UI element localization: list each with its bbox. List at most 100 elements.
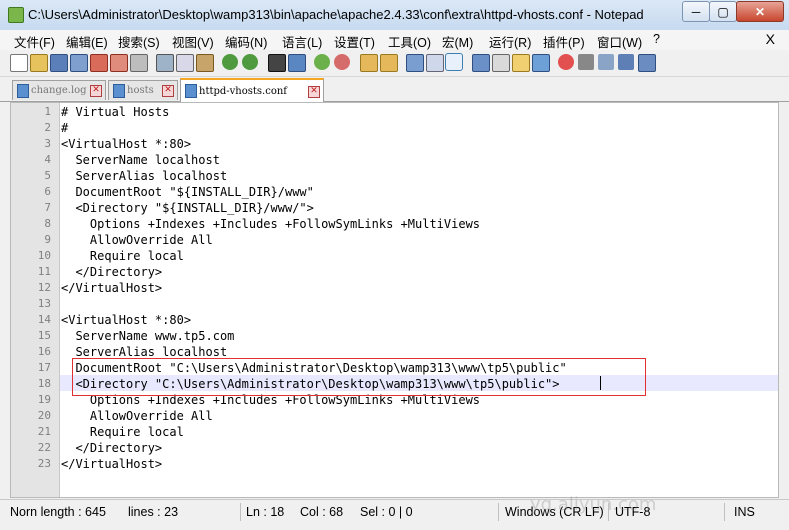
status-col: Col : 68 [300,505,344,519]
print-icon[interactable] [130,54,148,72]
sync-horizontal-icon[interactable] [380,54,398,72]
tab-close-icon[interactable]: ✕ [90,85,102,97]
sync-vertical-icon[interactable] [360,54,378,72]
status-lines: lines : 23 [128,505,179,519]
line-number: 19 [37,393,51,406]
word-wrap-icon[interactable] [406,54,424,72]
code-line[interactable]: ServerName localhost [61,152,220,168]
code-line[interactable]: <VirtualHost *:80> [61,136,191,152]
menu-view[interactable]: 视图(V) [172,32,214,51]
language-icon[interactable] [472,54,490,72]
watermark: yq.aliyun.com [530,494,657,515]
menu-plugins[interactable]: 插件(P) [543,32,585,51]
line-number: 18 [37,377,51,390]
line-number: 20 [37,409,51,422]
menu-encoding[interactable]: 编码(N) [225,32,267,51]
code-line[interactable]: Options +Indexes +Includes +FollowSymLin… [61,216,480,232]
status-ln: Ln : 18 [246,505,285,519]
tab-close-icon[interactable]: ✕ [308,86,320,98]
stop-macro-icon[interactable] [578,54,594,70]
code-line[interactable]: <VirtualHost *:80> [61,312,191,328]
menu-search[interactable]: 搜索(S) [118,32,160,51]
menu-file[interactable]: 文件(F) [14,32,55,51]
close-icon[interactable] [90,54,108,72]
function-list-icon[interactable] [492,54,510,72]
code-line[interactable]: ServerAlias localhost [61,168,227,184]
text-caret [600,376,601,390]
menu-macro[interactable]: 宏(M) [442,32,473,51]
find-icon[interactable] [268,54,286,72]
line-number: 3 [44,137,51,150]
maximize-button[interactable]: ▢ [709,1,737,22]
save-all-icon[interactable] [70,54,88,72]
tab-label: httpd-vhosts.conf [199,86,287,97]
new-file-icon[interactable] [10,54,28,72]
code-line[interactable]: Require local [61,248,184,264]
tab-httpd-vhosts-conf[interactable]: httpd-vhosts.conf ✕ [180,78,324,102]
code-line[interactable]: AllowOverride All [61,408,213,424]
indent-guide-icon[interactable] [445,53,463,71]
minimize-icon: ─ [691,4,701,19]
code-line[interactable]: Require local [61,424,184,440]
line-number: 2 [44,121,51,134]
line-number: 5 [44,169,51,182]
line-number: 15 [37,329,51,342]
code-line[interactable]: ServerName www.tp5.com [61,328,234,344]
code-line[interactable]: </VirtualHost> [61,456,162,472]
record-macro-icon[interactable] [558,54,574,70]
undo-icon[interactable] [222,54,238,70]
tab-change-log[interactable]: change.log ✕ [12,80,106,100]
code-line[interactable]: DocumentRoot "${INSTALL_DIR}/www" [61,184,313,200]
maximize-icon: ▢ [717,4,729,19]
menu-run[interactable]: 运行(R) [489,32,531,51]
code-line[interactable]: AllowOverride All [61,232,213,248]
line-number: 11 [37,265,51,278]
play-multiple-icon[interactable] [618,54,634,70]
tab-close-icon[interactable]: ✕ [162,85,174,97]
zoom-out-icon[interactable] [334,54,350,70]
menu-edit[interactable]: 编辑(E) [66,32,108,51]
code-line[interactable]: </VirtualHost> [61,280,162,296]
code-line[interactable]: </Directory> [61,440,162,456]
line-number: 4 [44,153,51,166]
replace-icon[interactable] [288,54,306,72]
status-bar: Norn length : 645 lines : 23 Ln : 18 Col… [0,499,789,530]
menu-tools[interactable]: 工具(O) [388,32,431,51]
editor[interactable]: 1 2 3 4 5 6 7 8 9 10 11 12 13 14 15 16 17 18 19 20 21 22 23 # … [10,102,779,498]
code-line[interactable]: <Directory "${INSTALL_DIR}/www/"> [61,200,313,216]
open-file-icon[interactable] [30,54,48,72]
title-bar[interactable]: C:\Users\Administrator\Desktop\wamp313\b… [0,0,789,31]
monitor-icon[interactable] [532,54,550,72]
file-icon [113,84,125,98]
code-line[interactable]: </Directory> [61,264,162,280]
save-macro-icon[interactable] [638,54,656,72]
close-window-button[interactable]: ✕ [736,1,784,22]
code-line[interactable]: # Virtual Hosts [61,104,169,120]
folder-icon[interactable] [512,54,530,72]
status-mode[interactable]: INS [734,505,755,519]
menu-window[interactable]: 窗口(W) [597,32,642,51]
code-line[interactable]: # [61,120,68,136]
minimize-button[interactable]: ─ [682,1,710,22]
status-separator [240,503,241,521]
copy-icon[interactable] [176,54,194,72]
menu-help[interactable]: ? [653,32,660,46]
line-number: 16 [37,345,51,358]
zoom-in-icon[interactable] [314,54,330,70]
save-icon[interactable] [50,54,68,72]
paste-icon[interactable] [196,54,214,72]
menu-settings[interactable]: 设置(T) [334,32,375,51]
line-number: 10 [37,249,51,262]
show-all-chars-icon[interactable] [426,54,444,72]
play-macro-icon[interactable] [598,54,614,70]
tab-hosts[interactable]: hosts ✕ [108,80,178,100]
line-number: 1 [44,105,51,118]
close-document-button[interactable]: X [766,31,775,47]
close-all-icon[interactable] [110,54,128,72]
redo-icon[interactable] [242,54,258,70]
cut-icon[interactable] [156,54,174,72]
file-icon [17,84,29,98]
close-icon: ✕ [754,4,766,19]
status-sel: Sel : 0 | 0 [360,505,413,519]
menu-language[interactable]: 语言(L) [282,32,322,51]
